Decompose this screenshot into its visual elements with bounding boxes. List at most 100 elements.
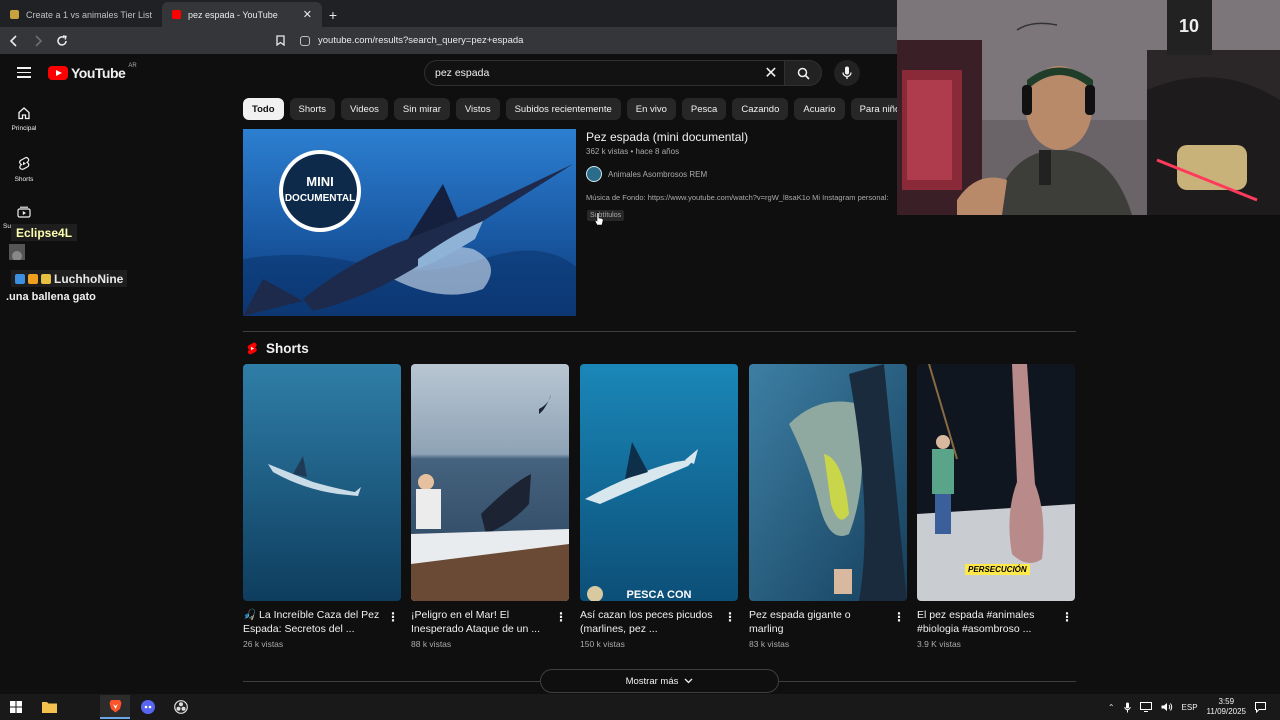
microphone-tray-icon[interactable] bbox=[1123, 702, 1131, 713]
short-card[interactable]: ¡Peligro en el Mar! El Inesperado Ataque… bbox=[411, 364, 569, 649]
channel-link[interactable]: Animales Asombrosos REM bbox=[586, 166, 707, 182]
clock-time: 3:59 bbox=[1218, 697, 1235, 706]
short-overlay-text: PESCA CON bbox=[626, 589, 692, 601]
chip-aquarium[interactable]: Acuario bbox=[794, 98, 845, 120]
chevron-up-icon[interactable]: ⌃ bbox=[1108, 703, 1115, 712]
close-tab-icon[interactable]: ✕ bbox=[303, 8, 312, 21]
chip-fishing[interactable]: Pesca bbox=[681, 98, 727, 120]
chip-recently-uploaded[interactable]: Subidos recientemente bbox=[505, 98, 621, 120]
plus-icon[interactable]: + bbox=[322, 2, 344, 27]
shorts-heading: Shorts bbox=[246, 341, 309, 356]
sidebar-item-label: Su bbox=[3, 223, 11, 230]
forward-icon[interactable] bbox=[28, 31, 48, 51]
youtube-favicon-icon bbox=[172, 10, 181, 19]
brave-browser-button[interactable] bbox=[100, 695, 130, 719]
region-code: AR bbox=[128, 63, 137, 69]
short-title[interactable]: ¡Peligro en el Mar! El Inesperado Ataque… bbox=[411, 608, 549, 636]
sidebar-item-shorts[interactable]: Shorts bbox=[0, 144, 48, 194]
short-views: 83 k vistas bbox=[749, 639, 790, 649]
search-button[interactable] bbox=[785, 60, 822, 86]
tiermaker-favicon-icon bbox=[10, 10, 19, 19]
short-title[interactable]: Pez espada gigante o marling bbox=[749, 608, 887, 636]
short-title[interactable]: Así cazan los peces picudos (marlines, p… bbox=[580, 608, 718, 636]
video-thumbnail[interactable]: MINI DOCUMENTAL bbox=[243, 129, 576, 316]
discord-icon bbox=[141, 700, 155, 714]
notifications-icon[interactable] bbox=[1255, 701, 1266, 713]
search-input[interactable] bbox=[435, 67, 735, 79]
chat-username: LuchhoNine bbox=[54, 271, 124, 286]
video-title[interactable]: Pez espada (mini documental) bbox=[586, 130, 748, 144]
short-thumbnail[interactable]: PERSECUCIÓN bbox=[917, 364, 1075, 601]
sidebar-item-label: Principal bbox=[11, 125, 37, 132]
chip-unwatched[interactable]: Sin mirar bbox=[393, 98, 450, 120]
chip-live[interactable]: En vivo bbox=[626, 98, 676, 120]
home-icon bbox=[18, 107, 30, 120]
chip-todo[interactable]: Todo bbox=[243, 98, 284, 120]
more-options-icon[interactable]: ⋮ bbox=[1061, 610, 1073, 624]
browser-tab-youtube[interactable]: pez espada - YouTube ✕ bbox=[162, 2, 322, 27]
bookmark-icon[interactable] bbox=[270, 31, 290, 51]
browser-tab-bar: Create a 1 vs animales Tier List - TierM… bbox=[0, 0, 897, 27]
short-card[interactable]: Pez espada gigante o marling 83 k vistas… bbox=[749, 364, 907, 649]
shorts-logo-icon bbox=[247, 342, 257, 355]
windows-taskbar: ⌃ ESP 3:59 11/09/2025 bbox=[0, 694, 1280, 720]
chip-kids[interactable]: Para niños bbox=[850, 98, 897, 120]
start-button[interactable] bbox=[1, 695, 31, 719]
youtube-play-icon bbox=[48, 66, 68, 80]
network-icon[interactable] bbox=[1139, 702, 1152, 712]
short-thumbnail[interactable] bbox=[243, 364, 401, 601]
discord-button[interactable] bbox=[133, 695, 163, 719]
clear-search-icon[interactable]: ✕ bbox=[758, 63, 784, 83]
microphone-icon bbox=[842, 66, 852, 79]
subscriber-badge-icon bbox=[28, 273, 38, 284]
short-title[interactable]: 🎣 La Increíble Caza del Pez Espada: Secr… bbox=[243, 608, 381, 636]
short-thumbnail[interactable]: PESCA CON bbox=[580, 364, 738, 601]
chip-hunting[interactable]: Cazando bbox=[732, 98, 789, 120]
short-title[interactable]: El pez espada #animales #biologia #asomb… bbox=[917, 608, 1055, 636]
chip-videos[interactable]: Videos bbox=[340, 98, 388, 120]
thumb-text-mini: MINI bbox=[306, 174, 333, 189]
chat-user-row: LuchhoNine bbox=[11, 270, 128, 287]
chat-username: Eclipse4L bbox=[11, 224, 78, 241]
menu-icon[interactable] bbox=[17, 67, 31, 78]
reload-icon[interactable] bbox=[52, 31, 72, 51]
sidebar-item-home[interactable]: Principal bbox=[0, 94, 48, 144]
short-card[interactable]: PERSECUCIÓN El pez espada #animales #bio… bbox=[917, 364, 1075, 649]
show-more-button[interactable]: Mostrar más bbox=[540, 669, 779, 693]
webcam-overlay: 10 bbox=[897, 0, 1280, 215]
search-bar: ✕ bbox=[424, 60, 822, 86]
shorts-icon bbox=[19, 156, 30, 170]
browser-tab-tiermaker[interactable]: Create a 1 vs animales Tier List - TierM… bbox=[0, 2, 162, 27]
voice-search-button[interactable] bbox=[834, 60, 860, 86]
thumb-text-documental: DOCUMENTAL bbox=[285, 193, 355, 204]
filter-chips: Todo Shorts Videos Sin mirar Vistos Subi… bbox=[243, 98, 897, 120]
chat-message: .una ballena gato bbox=[6, 291, 96, 303]
search-icon bbox=[797, 67, 810, 80]
site-settings-icon[interactable] bbox=[300, 35, 310, 46]
back-icon[interactable] bbox=[4, 31, 24, 51]
file-explorer-button[interactable] bbox=[34, 695, 64, 719]
more-options-icon[interactable]: ⋮ bbox=[555, 610, 567, 624]
more-options-icon[interactable]: ⋮ bbox=[724, 610, 736, 624]
chip-shorts[interactable]: Shorts bbox=[289, 98, 335, 120]
input-language[interactable]: ESP bbox=[1182, 703, 1198, 712]
section-divider bbox=[243, 681, 540, 682]
obs-button[interactable] bbox=[166, 695, 196, 719]
short-card[interactable]: 🎣 La Increíble Caza del Pez Espada: Secr… bbox=[243, 364, 401, 649]
more-options-icon[interactable]: ⋮ bbox=[387, 610, 399, 624]
short-thumbnail[interactable] bbox=[411, 364, 569, 601]
short-card[interactable]: PESCA CON Así cazan los peces picudos (m… bbox=[580, 364, 738, 649]
url-text: youtube.com/results?search_query=pez+esp… bbox=[318, 35, 524, 46]
short-thumbnail[interactable] bbox=[749, 364, 907, 601]
address-bar[interactable]: youtube.com/results?search_query=pez+esp… bbox=[294, 30, 897, 52]
more-options-icon[interactable]: ⋮ bbox=[893, 610, 905, 624]
chat-avatar-icon bbox=[9, 244, 25, 260]
volume-icon[interactable] bbox=[1161, 702, 1173, 712]
clock[interactable]: 3:59 11/09/2025 bbox=[1207, 697, 1246, 717]
chip-watched[interactable]: Vistos bbox=[455, 98, 500, 120]
section-divider bbox=[243, 331, 1076, 332]
short-overlay-text: PERSECUCIÓN bbox=[965, 564, 1030, 575]
tab-title: pez espada - YouTube bbox=[188, 9, 278, 20]
chevron-down-icon bbox=[684, 678, 693, 684]
youtube-logo[interactable]: YouTube AR bbox=[48, 63, 137, 81]
